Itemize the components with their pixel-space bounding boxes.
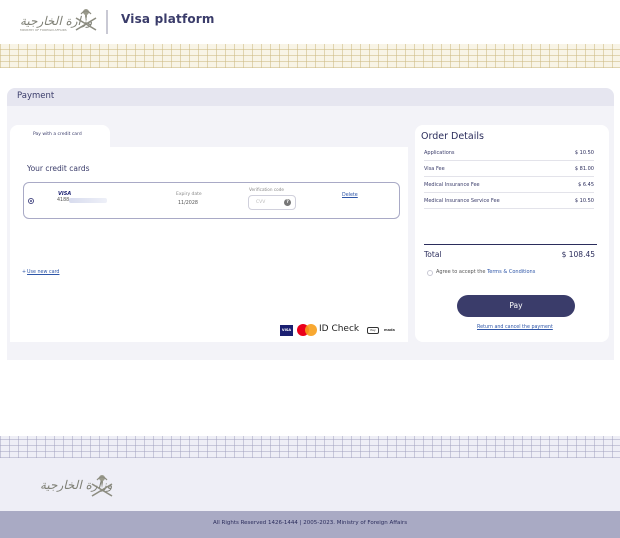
total-label: Total <box>424 250 442 259</box>
fee-name: Medical Insurance Fee <box>424 182 480 188</box>
footer-logo[interactable]: وزارة الخارجية <box>40 472 116 500</box>
page-title: Payment <box>17 91 55 101</box>
total-value: $ 108.45 <box>561 250 595 259</box>
footer-bar: All Rights Reserved 1426-1444 | 2005-202… <box>0 511 620 538</box>
expiry-value: 11/2028 <box>178 201 198 206</box>
credit-card-panel: Your credit cards VISA 4188 Expiry date … <box>10 147 408 342</box>
fee-row: Medical Insurance Service Fee $ 10.50 <box>424 195 594 209</box>
order-details-panel: Order Details Applications $ 10.50 Visa … <box>415 125 609 342</box>
terms-link[interactable]: Terms & Conditions <box>487 269 535 275</box>
platform-title: Visa platform <box>121 12 215 26</box>
fee-value: $ 10.50 <box>574 150 594 156</box>
fee-row: Medical Insurance Fee $ 6.45 <box>424 179 594 193</box>
fee-name: Applications <box>424 150 455 156</box>
expiry-label: Expiry date <box>176 192 202 197</box>
card-number-mask <box>69 198 107 203</box>
fee-name: Medical Insurance Service Fee <box>424 198 500 204</box>
terms-checkbox[interactable] <box>427 270 433 276</box>
mastercard-icon <box>297 324 317 336</box>
visa-logo-icon: VISA <box>280 325 293 336</box>
terms-text: Agree to accept the Terms & Conditions <box>436 269 535 275</box>
use-new-card-link[interactable]: +Use new card <box>22 270 59 275</box>
emblem-icon <box>91 475 113 497</box>
payment-header: Payment <box>7 88 614 106</box>
payment-logos: VISA ID Check Pay mada <box>280 324 405 338</box>
terms-prefix: Agree to accept the <box>436 269 486 275</box>
cancel-payment-link[interactable]: Return and cancel the payment <box>477 325 553 330</box>
pay-button[interactable]: Pay <box>457 295 575 317</box>
tab-label: Pay with a credit card <box>33 132 82 137</box>
plus-icon: + <box>22 270 27 275</box>
ministry-logo[interactable]: وزارة الخارجية MINISTRY OF FOREIGN AFFAI… <box>20 6 100 36</box>
copyright-text: All Rights Reserved 1426-1444 | 2005-202… <box>212 520 408 526</box>
cards-title: Your credit cards <box>27 164 90 173</box>
visa-icon: VISA <box>58 191 72 197</box>
mada-icon: mada <box>384 328 395 332</box>
saved-card-row[interactable]: VISA 4188 Expiry date 11/2028 Verificati… <box>23 182 400 219</box>
help-icon[interactable]: ? <box>284 199 291 206</box>
decorative-pattern-top <box>0 44 620 68</box>
apple-pay-icon: Pay <box>367 327 379 334</box>
id-check-logo: ID Check <box>319 324 360 334</box>
cvv-placeholder: CVV <box>256 200 266 205</box>
total-divider <box>424 244 597 245</box>
fee-value: $ 6.45 <box>578 182 594 188</box>
decorative-pattern-bottom <box>0 436 620 458</box>
emblem-icon <box>75 9 97 31</box>
fee-row: Visa Fee $ 81.00 <box>424 163 594 177</box>
fee-row: Applications $ 10.50 <box>424 147 594 161</box>
tab-credit-card[interactable]: Pay with a credit card <box>10 125 110 147</box>
header: وزارة الخارجية MINISTRY OF FOREIGN AFFAI… <box>0 0 620 44</box>
card-radio[interactable] <box>28 198 34 204</box>
cvv-input[interactable]: CVV ? <box>248 195 296 210</box>
logo-subtext: MINISTRY OF FOREIGN AFFAIRS <box>20 28 67 32</box>
fee-name: Visa Fee <box>424 166 445 172</box>
fee-value: $ 81.00 <box>574 166 594 172</box>
verification-label: Verification code <box>249 187 284 192</box>
order-title: Order Details <box>421 131 484 142</box>
footer: وزارة الخارجية <box>0 458 620 511</box>
card-number: 4188 <box>57 198 70 203</box>
fee-value: $ 10.50 <box>574 198 594 204</box>
delete-card-link[interactable]: Delete <box>342 193 358 198</box>
header-divider <box>106 10 108 34</box>
use-new-card-label: Use new card <box>27 270 60 275</box>
